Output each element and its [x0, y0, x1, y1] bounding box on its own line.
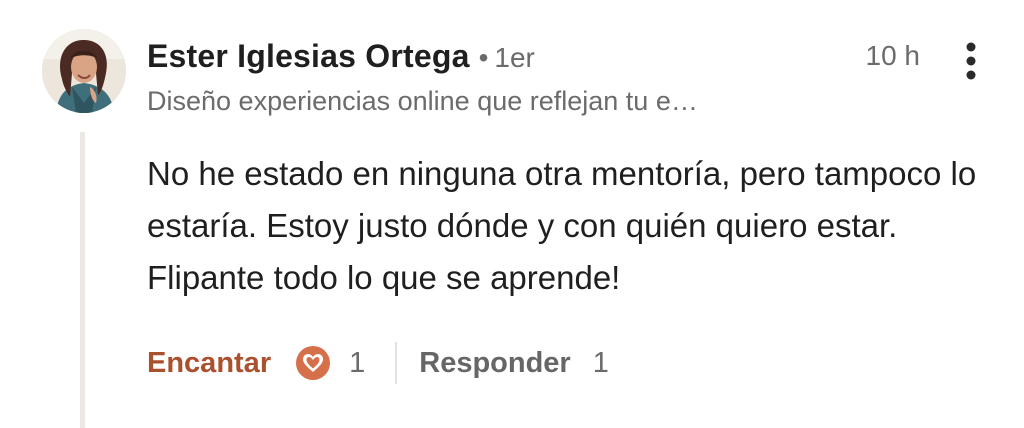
author-headline: Diseño experiencias online que reflejan … [147, 86, 698, 116]
comment-timestamp: 10 h [865, 40, 921, 71]
heart-reaction-icon[interactable] [295, 345, 331, 381]
degree-separator: • [478, 42, 489, 73]
like-button[interactable]: Encantar [147, 347, 271, 380]
thread-line [80, 132, 85, 428]
comment-card: Ester Iglesias Ortega • 1er Diseño exper… [0, 0, 1024, 428]
author-avatar[interactable] [42, 29, 126, 113]
reply-count[interactable]: 1 [593, 347, 609, 380]
comment-text: No he estado en ninguna otra mentoría, p… [147, 155, 977, 296]
author-row: Ester Iglesias Ortega • 1er [147, 38, 535, 75]
more-options-button[interactable] [958, 40, 984, 82]
actions-divider [395, 342, 398, 384]
comment-actions: Encantar 1 Responder 1 [147, 340, 609, 386]
reply-button[interactable]: Responder [419, 347, 570, 380]
avatar-photo [42, 29, 126, 113]
author-name[interactable]: Ester Iglesias Ortega [147, 38, 470, 75]
more-vert-icon [966, 42, 976, 80]
reaction-count[interactable]: 1 [349, 347, 365, 380]
connection-degree: 1er [494, 42, 535, 73]
